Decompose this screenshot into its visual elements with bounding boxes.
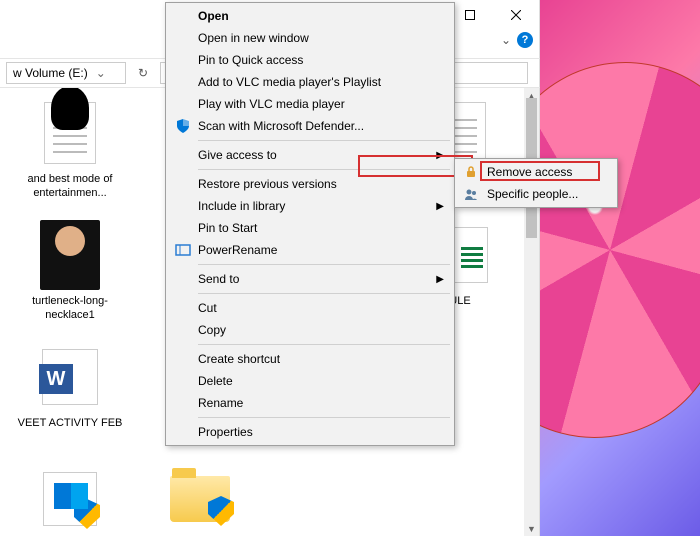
context-menu: Open Open in new window Pin to Quick acc… [165,2,455,446]
lock-icon [463,164,479,180]
menu-send-to[interactable]: Send to ▶ [168,268,452,290]
scrollbar-down-icon[interactable]: ▼ [524,521,539,536]
menu-powerrename[interactable]: PowerRename [168,239,452,261]
file-item-word[interactable]: W VEET ACTIVITY FEB [10,338,130,458]
menu-restore-previous[interactable]: Restore previous versions [168,173,452,195]
menu-separator [198,344,450,345]
desktop-wallpaper [540,0,700,536]
menu-open[interactable]: Open [168,5,452,27]
address-bar[interactable]: w Volume (E:) ⌄ [6,62,126,84]
menu-rename[interactable]: Rename [168,392,452,414]
refresh-button[interactable]: ↻ [134,66,152,80]
file-label: and best mode of entertainmen... [15,172,125,201]
file-label: turtleneck-long-necklace1 [15,294,125,323]
submenu-arrow-icon: ▶ [436,201,444,212]
menu-separator [198,293,450,294]
close-button[interactable] [493,0,539,30]
file-item-folder-sharetest[interactable]: sharetest [140,460,260,536]
menu-play-vlc[interactable]: Play with VLC media player [168,93,452,115]
menu-add-vlc[interactable]: Add to VLC media player's Playlist [168,71,452,93]
menu-include-in-library[interactable]: Include in library ▶ [168,195,452,217]
ribbon-expand-icon[interactable]: ⌄ [501,33,511,47]
vertical-scrollbar[interactable]: ▲ ▼ [524,88,539,536]
submenu-specific-people[interactable]: Specific people... [457,183,615,205]
menu-pin-to-start[interactable]: Pin to Start [168,217,452,239]
menu-cut[interactable]: Cut [168,297,452,319]
submenu-arrow-icon: ▶ [436,274,444,285]
window-controls [447,0,539,30]
menu-separator [198,140,450,141]
menu-separator [198,417,450,418]
help-icon[interactable]: ? [517,32,533,48]
menu-separator [198,264,450,265]
address-path: w Volume (E:) [13,66,88,80]
menu-separator [198,169,450,170]
menu-copy[interactable]: Copy [168,319,452,341]
ribbon-right: ⌄ ? [501,32,533,48]
submenu-arrow-icon: ▶ [436,150,444,161]
submenu-remove-access[interactable]: Remove access [457,161,615,183]
file-item-photo[interactable]: turtleneck-long-necklace1 [10,216,130,336]
menu-give-access-to[interactable]: Give access to ▶ [168,144,452,166]
people-icon [463,186,479,202]
menu-properties[interactable]: Properties [168,421,452,443]
file-item-installer[interactable]: wlsetup-all [10,460,130,536]
menu-create-shortcut[interactable]: Create shortcut [168,348,452,370]
give-access-submenu: Remove access Specific people... [454,158,618,208]
file-label: VEET ACTIVITY FEB [18,416,123,430]
defender-shield-icon [174,117,192,135]
menu-open-new-window[interactable]: Open in new window [168,27,452,49]
address-dropdown-icon[interactable]: ⌄ [92,66,106,80]
menu-scan-defender[interactable]: Scan with Microsoft Defender... [168,115,452,137]
powerrename-icon [174,241,192,259]
menu-pin-quick-access[interactable]: Pin to Quick access [168,49,452,71]
menu-delete[interactable]: Delete [168,370,452,392]
